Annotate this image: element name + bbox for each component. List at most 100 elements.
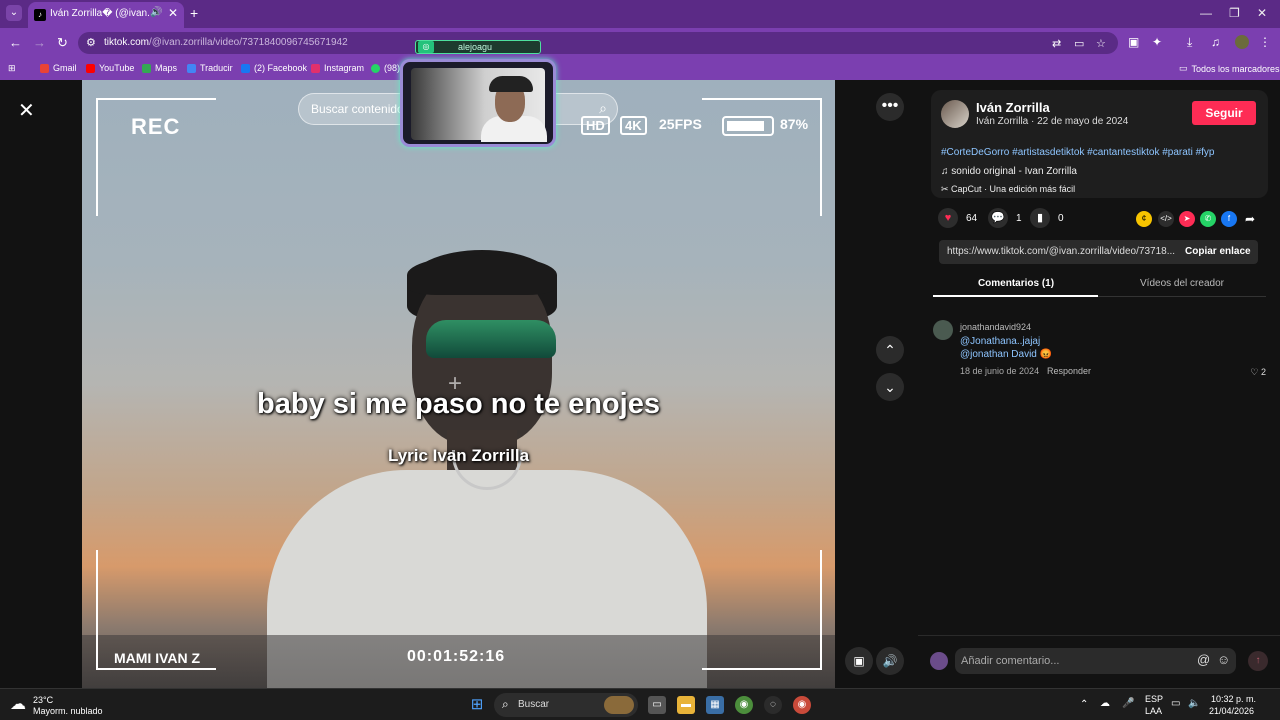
comment-like[interactable]: ♡ 2 [1250, 367, 1266, 378]
next-video-icon[interactable]: ⌄ [876, 373, 904, 401]
4k-badge: 4K [620, 116, 647, 135]
restore-icon[interactable]: ❐ [1229, 6, 1240, 20]
cast-icon[interactable]: ▭ [1074, 37, 1084, 50]
capcut-link[interactable]: ✂ CapCut · Una edición más fácil [941, 184, 1075, 195]
comment-stat[interactable]: 💬 1 [988, 208, 1022, 228]
commenter-avatar[interactable] [933, 320, 953, 340]
tray-overflow-icon[interactable]: ⌃ [1080, 699, 1088, 710]
site-info-icon[interactable]: ⚙ [86, 36, 96, 49]
task-view-icon[interactable]: ▭ [648, 696, 666, 714]
comment-username[interactable]: jonathandavid924 [960, 322, 1031, 332]
minimize-icon[interactable]: — [1200, 6, 1212, 20]
search-placeholder: Buscar contenido [311, 102, 404, 116]
file-explorer-icon[interactable]: ▬ [677, 696, 695, 714]
weather-desc[interactable]: Mayorm. nublado [33, 706, 103, 716]
chrome-icon[interactable]: ◉ [735, 696, 753, 714]
apps-grid-icon[interactable]: ⊞ [8, 63, 16, 74]
calculator-icon[interactable]: ▦ [706, 696, 724, 714]
author-name[interactable]: Iván Zorrilla [976, 100, 1050, 115]
video-link[interactable]: https://www.tiktok.com/@ivan.zorrilla/vi… [947, 246, 1175, 257]
media-control-icon[interactable]: ♫ [1211, 35, 1220, 49]
facebook-icon [241, 63, 250, 73]
folder-icon: ▭ [1179, 63, 1188, 73]
forward-icon[interactable]: → [33, 35, 46, 50]
bookmark-instagram[interactable]: Instagram [311, 63, 364, 73]
lang-secondary[interactable]: LAA [1145, 706, 1162, 716]
windows-taskbar: ☁ 23°C Mayorm. nublado ⊞ ⌕ Buscar ▭ ▬ ▦ … [0, 688, 1280, 720]
more-options-icon[interactable]: ••• [876, 93, 904, 121]
post-comment-icon[interactable]: ↑ [1248, 651, 1268, 671]
lyric-credit: Lyric Ivan Zorrilla [387, 446, 530, 465]
window-close-icon[interactable]: ✕ [1257, 6, 1267, 20]
bookmark-maps[interactable]: Maps [142, 63, 177, 73]
bookmark-youtube[interactable]: YouTube [86, 63, 134, 73]
clock-time[interactable]: 10:32 p. m. [1211, 694, 1256, 704]
tab-search-button[interactable]: ⌄ [6, 5, 22, 21]
close-video-icon[interactable]: ✕ [18, 98, 35, 123]
emoji-picker-icon[interactable]: ☺ [1217, 652, 1230, 667]
bookmark-gmail[interactable]: Gmail [40, 63, 77, 73]
author-avatar[interactable] [941, 100, 969, 128]
mention-icon[interactable]: @ [1197, 652, 1210, 667]
network-icon[interactable]: ▭ [1171, 698, 1180, 709]
clock-date[interactable]: 21/04/2026 [1209, 706, 1254, 716]
video-player[interactable]: REC HD 4K 25FPS 87% Buscar contenido ⌕ +… [82, 80, 835, 688]
weather-temp[interactable]: 23°C [33, 695, 53, 705]
reload-icon[interactable]: ↻ [57, 35, 68, 51]
windows-start-icon[interactable]: ⊞ [468, 696, 486, 714]
download-icon[interactable]: ⤓ [1187, 35, 1192, 50]
bookmark-translate[interactable]: Traducir [187, 63, 233, 73]
speaker-icon[interactable]: 🔈 [1188, 698, 1200, 709]
comment-icon: 💬 [988, 208, 1008, 228]
weather-icon[interactable]: ☁ [10, 694, 26, 714]
profile-avatar-icon[interactable] [1235, 35, 1249, 49]
floating-player-icon[interactable]: ▣ [845, 647, 873, 675]
back-icon[interactable]: ← [9, 35, 22, 50]
share-arrow-icon[interactable]: ➦ [1242, 211, 1258, 227]
app-icon[interactable]: ◌ [764, 696, 782, 714]
previous-video-icon[interactable]: ⌃ [876, 336, 904, 364]
extensions-icon[interactable]: ✦ [1152, 35, 1162, 49]
comment-mention-1[interactable]: @Jonathana..jajaj [960, 336, 1040, 347]
camera-tag-icon: ◎ [418, 41, 434, 53]
bookmark-star-icon[interactable]: ☆ [1096, 37, 1106, 50]
tab-creator-videos[interactable]: Vídeos del creador [1099, 278, 1265, 289]
rec-label: REC [131, 114, 181, 139]
onedrive-icon[interactable]: ☁ [1100, 698, 1110, 709]
tab-audio-icon[interactable]: 🔊 [150, 7, 162, 18]
bookmark-facebook[interactable]: (2) Facebook [241, 63, 307, 73]
like-stat[interactable]: ♥ 64 [938, 208, 977, 228]
chrome-profile-icon[interactable]: ◉ [793, 696, 811, 714]
follow-button[interactable]: Seguir [1192, 101, 1256, 125]
panel-tabs: Comentarios (1) Vídeos del creador [933, 273, 1266, 297]
heart-icon: ♥ [938, 208, 958, 228]
taskbar-search[interactable]: ⌕ Buscar [494, 693, 638, 717]
search-icon[interactable]: ⌕ [599, 100, 607, 117]
new-tab-button[interactable]: + [190, 5, 198, 21]
reply-button[interactable]: Responder [1047, 366, 1091, 376]
comment-mention-2[interactable]: @jonathan David 😡 [960, 349, 1052, 360]
sound-link[interactable]: ♫ sonido original - Ivan Zorrilla [941, 166, 1077, 177]
mic-icon[interactable]: 🎤 [1122, 698, 1134, 709]
tab-comments[interactable]: Comentarios (1) [933, 278, 1099, 289]
hashtags[interactable]: #CorteDeGorro #artistasdetiktok #cantant… [941, 147, 1214, 158]
address-bar[interactable]: ⚙ tiktok.com/@ivan.zorrilla/video/737184… [78, 32, 1118, 54]
comment-input[interactable] [961, 652, 1191, 670]
all-bookmarks[interactable]: ▭ Todos los marcadores [1179, 63, 1280, 74]
copy-link-button[interactable]: Copiar enlace [1185, 246, 1251, 257]
coin-share-icon[interactable]: ¢ [1136, 211, 1152, 227]
save-stat[interactable]: ▮ 0 [1030, 208, 1064, 228]
search-highlight-icon [604, 696, 634, 714]
bookmark-whatsapp[interactable]: (98) [371, 63, 400, 73]
tab-close-icon[interactable]: ✕ [168, 6, 178, 20]
menu-kebab-icon[interactable]: ⋮ [1259, 35, 1271, 49]
active-tab[interactable]: ♪ Iván Zorrilla� (@ivan.zorrill 🔊 ✕ [28, 2, 184, 28]
facebook-share-icon[interactable]: f [1221, 211, 1237, 227]
whatsapp-share-icon[interactable]: ✆ [1200, 211, 1216, 227]
volume-icon[interactable]: 🔊 [876, 647, 904, 675]
send-icon[interactable]: ➤ [1179, 211, 1195, 227]
profile-tabs-icon[interactable]: ▣ [1128, 35, 1139, 49]
embed-icon[interactable]: </> [1158, 211, 1174, 227]
lang-primary[interactable]: ESP [1145, 694, 1163, 704]
translate-icon[interactable]: ⇄ [1052, 37, 1061, 50]
